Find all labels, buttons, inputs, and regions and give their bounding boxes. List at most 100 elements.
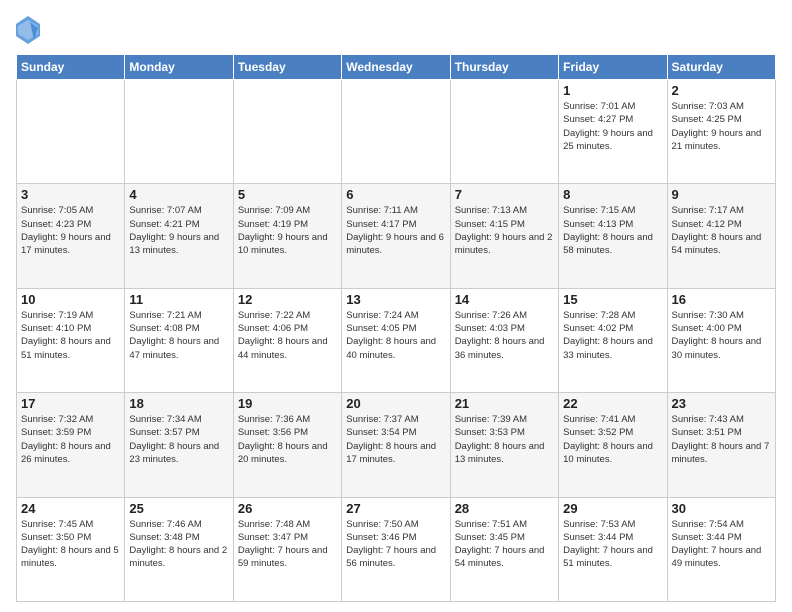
calendar-cell: 1 Sunrise: 7:01 AM Sunset: 4:27 PM Daylig…	[559, 80, 667, 184]
day-number: 25	[129, 501, 228, 516]
calendar-cell: 30 Sunrise: 7:54 AM Sunset: 3:44 PM Dayli…	[667, 497, 775, 601]
day-number: 16	[672, 292, 771, 307]
day-info: Sunrise: 7:05 AM Sunset: 4:23 PM Dayligh…	[21, 204, 120, 257]
day-number: 24	[21, 501, 120, 516]
day-info: Sunrise: 7:21 AM Sunset: 4:08 PM Dayligh…	[129, 309, 228, 362]
calendar-cell: 17 Sunrise: 7:32 AM Sunset: 3:59 PM Dayli…	[17, 393, 125, 497]
day-info: Sunrise: 7:01 AM Sunset: 4:27 PM Dayligh…	[563, 100, 662, 153]
day-number: 19	[238, 396, 337, 411]
calendar-cell: 13 Sunrise: 7:24 AM Sunset: 4:05 PM Dayli…	[342, 288, 450, 392]
day-number: 30	[672, 501, 771, 516]
day-info: Sunrise: 7:13 AM Sunset: 4:15 PM Dayligh…	[455, 204, 554, 257]
day-info: Sunrise: 7:51 AM Sunset: 3:45 PM Dayligh…	[455, 518, 554, 571]
day-info: Sunrise: 7:34 AM Sunset: 3:57 PM Dayligh…	[129, 413, 228, 466]
day-number: 5	[238, 187, 337, 202]
day-number: 10	[21, 292, 120, 307]
day-info: Sunrise: 7:22 AM Sunset: 4:06 PM Dayligh…	[238, 309, 337, 362]
calendar-cell: 25 Sunrise: 7:46 AM Sunset: 3:48 PM Dayli…	[125, 497, 233, 601]
calendar-cell: 28Sunrise: 7:51 AM Sunset: 3:45 PM Dayli…	[450, 497, 558, 601]
day-info: Sunrise: 7:39 AM Sunset: 3:53 PM Dayligh…	[455, 413, 554, 466]
day-info: Sunrise: 7:11 AM Sunset: 4:17 PM Dayligh…	[346, 204, 445, 257]
weekday-header-saturday: Saturday	[667, 55, 775, 80]
day-number: 14	[455, 292, 554, 307]
day-info: Sunrise: 7:09 AM Sunset: 4:19 PM Dayligh…	[238, 204, 337, 257]
day-number: 6	[346, 187, 445, 202]
calendar-cell: 15 Sunrise: 7:28 AM Sunset: 4:02 PM Dayli…	[559, 288, 667, 392]
day-info: Sunrise: 7:19 AM Sunset: 4:10 PM Dayligh…	[21, 309, 120, 362]
calendar-cell: 23 Sunrise: 7:43 AM Sunset: 3:51 PM Dayli…	[667, 393, 775, 497]
weekday-header-row: SundayMondayTuesdayWednesdayThursdayFrid…	[17, 55, 776, 80]
day-info: Sunrise: 7:36 AM Sunset: 3:56 PM Dayligh…	[238, 413, 337, 466]
logo	[16, 16, 44, 44]
day-number: 22	[563, 396, 662, 411]
calendar-cell: 20 Sunrise: 7:37 AM Sunset: 3:54 PM Dayli…	[342, 393, 450, 497]
day-number: 1	[563, 83, 662, 98]
calendar-cell: 11 Sunrise: 7:21 AM Sunset: 4:08 PM Dayli…	[125, 288, 233, 392]
calendar-cell: 10 Sunrise: 7:19 AM Sunset: 4:10 PM Dayli…	[17, 288, 125, 392]
calendar-cell: 12 Sunrise: 7:22 AM Sunset: 4:06 PM Dayli…	[233, 288, 341, 392]
day-info: Sunrise: 7:37 AM Sunset: 3:54 PM Dayligh…	[346, 413, 445, 466]
day-info: Sunrise: 7:54 AM Sunset: 3:44 PM Dayligh…	[672, 518, 771, 571]
day-number: 17	[21, 396, 120, 411]
day-number: 2	[672, 83, 771, 98]
calendar-table: SundayMondayTuesdayWednesdayThursdayFrid…	[16, 54, 776, 602]
day-number: 23	[672, 396, 771, 411]
day-info: Sunrise: 7:26 AM Sunset: 4:03 PM Dayligh…	[455, 309, 554, 362]
day-number: 20	[346, 396, 445, 411]
day-info: Sunrise: 7:50 AM Sunset: 3:46 PM Dayligh…	[346, 518, 445, 571]
day-info: Sunrise: 7:32 AM Sunset: 3:59 PM Dayligh…	[21, 413, 120, 466]
day-info: Sunrise: 7:48 AM Sunset: 3:47 PM Dayligh…	[238, 518, 337, 571]
day-number: 8	[563, 187, 662, 202]
day-info: Sunrise: 7:24 AM Sunset: 4:05 PM Dayligh…	[346, 309, 445, 362]
day-info: Sunrise: 7:30 AM Sunset: 4:00 PM Dayligh…	[672, 309, 771, 362]
week-row-4: 17 Sunrise: 7:32 AM Sunset: 3:59 PM Dayli…	[17, 393, 776, 497]
day-number: 4	[129, 187, 228, 202]
day-info: Sunrise: 7:46 AM Sunset: 3:48 PM Dayligh…	[129, 518, 228, 571]
day-info: Sunrise: 7:43 AM Sunset: 3:51 PM Dayligh…	[672, 413, 771, 466]
day-number: 15	[563, 292, 662, 307]
day-number: 7	[455, 187, 554, 202]
day-number: 3	[21, 187, 120, 202]
calendar-cell: 9Sunrise: 7:17 AM Sunset: 4:12 PM Daylig…	[667, 184, 775, 288]
day-info: Sunrise: 7:53 AM Sunset: 3:44 PM Dayligh…	[563, 518, 662, 571]
day-number: 29	[563, 501, 662, 516]
weekday-header-thursday: Thursday	[450, 55, 558, 80]
week-row-3: 10 Sunrise: 7:19 AM Sunset: 4:10 PM Dayli…	[17, 288, 776, 392]
calendar-cell: 2 Sunrise: 7:03 AM Sunset: 4:25 PM Daylig…	[667, 80, 775, 184]
week-row-2: 3 Sunrise: 7:05 AM Sunset: 4:23 PM Daylig…	[17, 184, 776, 288]
calendar-cell	[125, 80, 233, 184]
day-number: 27	[346, 501, 445, 516]
calendar-cell: 22Sunrise: 7:41 AM Sunset: 3:52 PM Dayli…	[559, 393, 667, 497]
calendar-cell: 24Sunrise: 7:45 AM Sunset: 3:50 PM Dayli…	[17, 497, 125, 601]
calendar-cell	[342, 80, 450, 184]
day-number: 11	[129, 292, 228, 307]
calendar-cell: 7 Sunrise: 7:13 AM Sunset: 4:15 PM Daylig…	[450, 184, 558, 288]
header	[16, 16, 776, 44]
day-info: Sunrise: 7:07 AM Sunset: 4:21 PM Dayligh…	[129, 204, 228, 257]
logo-icon	[16, 16, 40, 44]
calendar-cell: 8 Sunrise: 7:15 AM Sunset: 4:13 PM Daylig…	[559, 184, 667, 288]
calendar-cell	[233, 80, 341, 184]
day-number: 21	[455, 396, 554, 411]
calendar-cell: 27 Sunrise: 7:50 AM Sunset: 3:46 PM Dayli…	[342, 497, 450, 601]
weekday-header-friday: Friday	[559, 55, 667, 80]
calendar-cell: 19 Sunrise: 7:36 AM Sunset: 3:56 PM Dayli…	[233, 393, 341, 497]
weekday-header-wednesday: Wednesday	[342, 55, 450, 80]
calendar-cell: 16 Sunrise: 7:30 AM Sunset: 4:00 PM Dayli…	[667, 288, 775, 392]
day-info: Sunrise: 7:28 AM Sunset: 4:02 PM Dayligh…	[563, 309, 662, 362]
day-number: 26	[238, 501, 337, 516]
calendar-cell: 29 Sunrise: 7:53 AM Sunset: 3:44 PM Dayli…	[559, 497, 667, 601]
day-info: Sunrise: 7:03 AM Sunset: 4:25 PM Dayligh…	[672, 100, 771, 153]
calendar-cell: 3 Sunrise: 7:05 AM Sunset: 4:23 PM Daylig…	[17, 184, 125, 288]
day-info: Sunrise: 7:17 AM Sunset: 4:12 PM Dayligh…	[672, 204, 771, 257]
calendar-cell: 4 Sunrise: 7:07 AM Sunset: 4:21 PM Daylig…	[125, 184, 233, 288]
day-info: Sunrise: 7:15 AM Sunset: 4:13 PM Dayligh…	[563, 204, 662, 257]
week-row-1: 1 Sunrise: 7:01 AM Sunset: 4:27 PM Daylig…	[17, 80, 776, 184]
day-number: 12	[238, 292, 337, 307]
page: SundayMondayTuesdayWednesdayThursdayFrid…	[0, 0, 792, 612]
day-number: 13	[346, 292, 445, 307]
day-number: 18	[129, 396, 228, 411]
calendar-cell: 6 Sunrise: 7:11 AM Sunset: 4:17 PM Daylig…	[342, 184, 450, 288]
calendar-cell	[17, 80, 125, 184]
week-row-5: 24Sunrise: 7:45 AM Sunset: 3:50 PM Dayli…	[17, 497, 776, 601]
